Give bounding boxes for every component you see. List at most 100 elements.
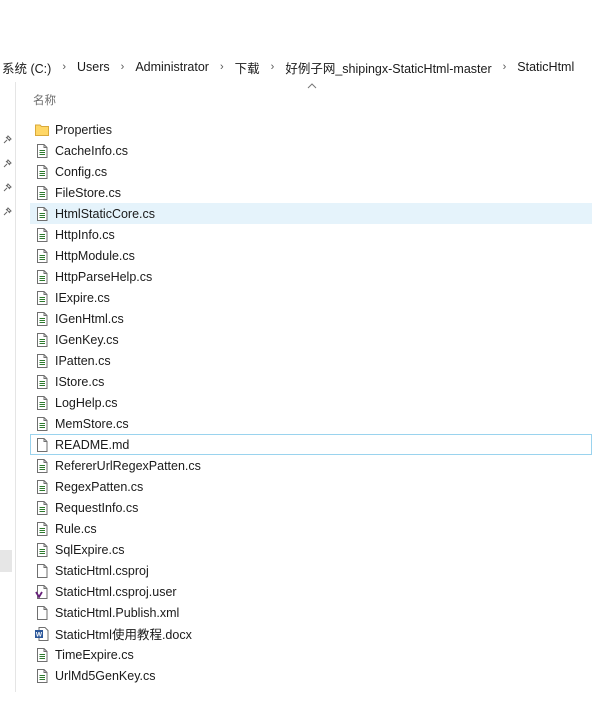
- file-name-label: IPatten.cs: [55, 353, 111, 368]
- file-name-label: Properties: [55, 122, 112, 137]
- file-list-item[interactable]: Rule.cs: [30, 518, 592, 539]
- cs-file-icon: [34, 500, 50, 516]
- file-list-item[interactable]: CacheInfo.cs: [30, 140, 592, 161]
- cs-file-icon: [34, 248, 50, 264]
- breadcrumb-item[interactable]: Users: [71, 60, 116, 74]
- cs-file-icon: [34, 458, 50, 474]
- file-name-label: Rule.cs: [55, 521, 97, 536]
- blank-file-icon: [34, 605, 50, 621]
- file-name-label: README.md: [55, 437, 130, 452]
- file-name-label: StaticHtml.Publish.xml: [55, 605, 180, 620]
- file-list-item[interactable]: TimeExpire.cs: [30, 644, 592, 665]
- file-name-label: FileStore.cs: [55, 185, 121, 200]
- pin-icon[interactable]: [1, 134, 13, 146]
- file-name-label: StaticHtml.csproj: [55, 563, 149, 578]
- file-list-item[interactable]: HttpModule.cs: [30, 245, 592, 266]
- file-name-label: Config.cs: [55, 164, 108, 179]
- file-list-item[interactable]: IGenHtml.cs: [30, 308, 592, 329]
- navigation-pane-selected-item[interactable]: [0, 550, 12, 572]
- file-name-label: SqlExpire.cs: [55, 542, 125, 557]
- cs-file-icon: [34, 290, 50, 306]
- chevron-right-icon[interactable]: ›: [116, 61, 130, 73]
- file-name-label: CacheInfo.cs: [55, 143, 128, 158]
- file-name-label: StaticHtml使用教程.docx: [55, 628, 192, 642]
- cs-file-icon: [34, 353, 50, 369]
- file-list-item[interactable]: IPatten.cs: [30, 350, 592, 371]
- cs-file-icon: [34, 185, 50, 201]
- pin-icon[interactable]: [1, 158, 13, 170]
- file-list-item[interactable]: MemStore.cs: [30, 413, 592, 434]
- sort-ascending-icon: [307, 83, 317, 89]
- cs-file-icon: [34, 374, 50, 390]
- cs-file-icon: [34, 542, 50, 558]
- blank-file-icon: [34, 563, 50, 579]
- file-name-label: HttpModule.cs: [55, 248, 135, 263]
- file-name-label: HttpInfo.cs: [55, 227, 115, 242]
- pin-icon[interactable]: [1, 206, 13, 218]
- file-name-label: RegexPatten.cs: [55, 479, 144, 494]
- file-name-label: IStore.cs: [55, 374, 105, 389]
- cs-file-icon: [34, 647, 50, 663]
- vs-user-file-icon: [34, 584, 50, 600]
- cs-file-icon: [34, 143, 50, 159]
- blank-file-icon: [34, 437, 50, 453]
- cs-file-icon: [34, 521, 50, 537]
- navigation-pane: [0, 82, 16, 692]
- file-list-item[interactable]: IGenKey.cs: [30, 329, 592, 350]
- file-list-item[interactable]: FileStore.cs: [30, 182, 592, 203]
- cs-file-icon: [34, 332, 50, 348]
- cs-file-icon: [34, 668, 50, 684]
- file-name-label: MemStore.cs: [55, 416, 129, 431]
- file-name-label: RefererUrlRegexPatten.cs: [55, 458, 201, 473]
- file-name-label: HttpParseHelp.cs: [55, 269, 153, 284]
- cs-file-icon: [34, 206, 50, 222]
- file-name-label: LogHelp.cs: [55, 395, 118, 410]
- file-list-item[interactable]: LogHelp.cs: [30, 392, 592, 413]
- file-name-label: UrlMd5GenKey.cs: [55, 668, 156, 683]
- chevron-right-icon[interactable]: ›: [57, 61, 71, 73]
- breadcrumb-item[interactable]: 下载: [229, 58, 266, 77]
- cs-file-icon: [34, 227, 50, 243]
- breadcrumb-item[interactable]: 好例子网_shipingx-StaticHtml-master: [279, 58, 497, 77]
- file-name-label: RequestInfo.cs: [55, 500, 139, 515]
- file-list-item[interactable]: UrlMd5GenKey.cs: [30, 665, 592, 686]
- file-list-item[interactable]: StaticHtml.Publish.xml: [30, 602, 592, 623]
- chevron-right-icon[interactable]: ›: [266, 61, 280, 73]
- file-list-item[interactable]: HtmlStaticCore.cs: [30, 203, 592, 224]
- file-list-item[interactable]: HttpParseHelp.cs: [30, 266, 592, 287]
- file-list-item[interactable]: W StaticHtml使用教程.docx: [30, 623, 592, 644]
- breadcrumb-item[interactable]: Administrator: [129, 60, 215, 74]
- file-name-label: HtmlStaticCore.cs: [55, 206, 156, 221]
- file-list-item[interactable]: StaticHtml.csproj.user: [30, 581, 592, 602]
- file-list: Properties CacheInfo.cs Config.cs FileStore…: [30, 119, 592, 686]
- cs-file-icon: [34, 311, 50, 327]
- file-list-item[interactable]: RegexPatten.cs: [30, 476, 592, 497]
- chevron-right-icon[interactable]: ›: [215, 61, 229, 73]
- cs-file-icon: [34, 416, 50, 432]
- file-list-item[interactable]: StaticHtml.csproj: [30, 560, 592, 581]
- file-list-item[interactable]: SqlExpire.cs: [30, 539, 592, 560]
- chevron-right-icon[interactable]: ›: [498, 61, 512, 73]
- cs-file-icon: [34, 269, 50, 285]
- folder-icon: [34, 122, 50, 138]
- cs-file-icon: [34, 479, 50, 495]
- cs-file-icon: [34, 395, 50, 411]
- file-list-item[interactable]: Config.cs: [30, 161, 592, 182]
- column-header-name[interactable]: 名称: [33, 92, 56, 108]
- file-list-item[interactable]: RefererUrlRegexPatten.cs: [30, 455, 592, 476]
- file-list-item[interactable]: RequestInfo.cs: [30, 497, 592, 518]
- file-name-label: IGenKey.cs: [55, 332, 119, 347]
- file-name-label: TimeExpire.cs: [55, 647, 134, 662]
- svg-text:W: W: [36, 631, 43, 638]
- file-list-item[interactable]: HttpInfo.cs: [30, 224, 592, 245]
- file-list-item[interactable]: IStore.cs: [30, 371, 592, 392]
- file-name-label: IGenHtml.cs: [55, 311, 124, 326]
- file-list-item[interactable]: Properties: [30, 119, 592, 140]
- pin-icon[interactable]: [1, 182, 13, 194]
- address-bar-breadcrumb[interactable]: 系统 (C:) › Users › Administrator › 下载 › 好例子网_ship…: [0, 54, 592, 80]
- breadcrumb-item[interactable]: StaticHtml: [511, 60, 580, 74]
- file-list-item[interactable]: IExpire.cs: [30, 287, 592, 308]
- breadcrumb-item[interactable]: 系统 (C:): [0, 58, 57, 77]
- file-name-label: IExpire.cs: [55, 290, 110, 305]
- file-list-item[interactable]: README.md: [30, 434, 592, 455]
